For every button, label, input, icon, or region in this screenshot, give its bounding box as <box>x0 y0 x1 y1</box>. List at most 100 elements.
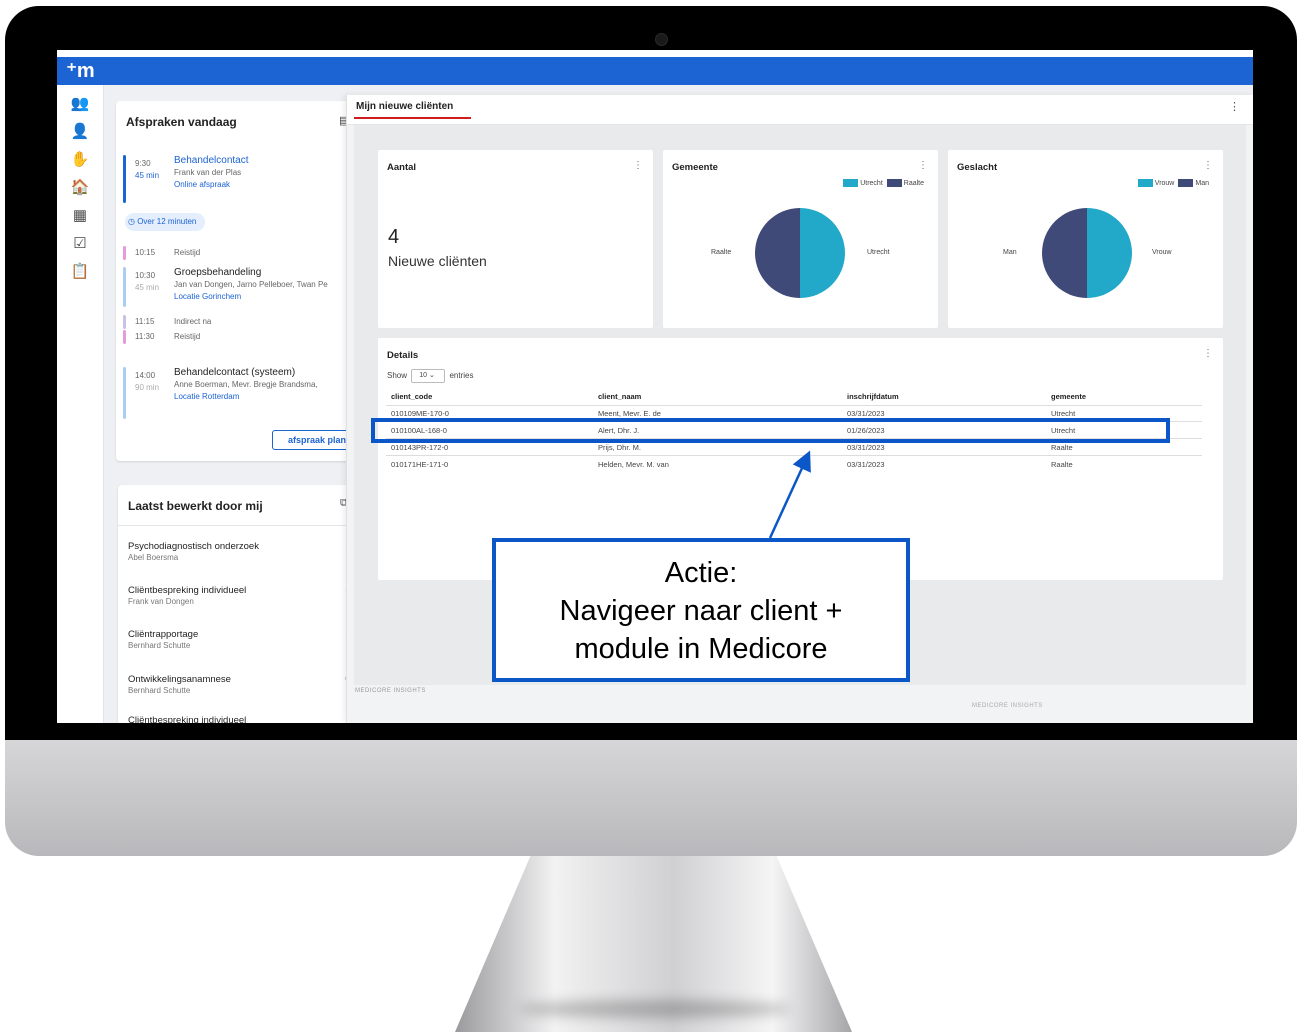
appointment-bar <box>123 155 126 203</box>
entries-control: Show 10 ⌄ entries <box>387 369 474 383</box>
recent-item[interactable]: OntwikkelingsanamneseBernhard Schutte09 <box>128 674 353 695</box>
legend-label: Utrecht <box>860 179 883 187</box>
clipboard-check-icon[interactable]: ☑ <box>70 234 90 254</box>
cell-client-code: 010100AL-168-0 <box>391 426 447 435</box>
camera-dot <box>655 33 668 46</box>
action-callout: Actie: Navigeer naar client + module in … <box>492 538 910 682</box>
column-header[interactable]: inschrijfdatum <box>847 392 899 401</box>
appointment-time: 10:15 <box>135 248 156 257</box>
appointments-title: Afspraken vandaag <box>126 115 237 129</box>
widget-title: Details <box>387 350 419 361</box>
legend-swatch <box>1178 179 1194 187</box>
appointment-title[interactable]: Groepsbehandeling <box>174 267 364 279</box>
chart-legend: Utrecht Raalte <box>839 179 924 187</box>
pie-label: Vrouw <box>1152 249 1172 256</box>
recent-item[interactable]: CliëntrapportageBernhard Schutte13 <box>128 629 353 650</box>
stand-shadow <box>520 1000 790 1018</box>
column-header[interactable]: client_code <box>391 392 432 401</box>
entries-value: 10 <box>419 372 428 379</box>
more-icon[interactable]: ⋮ <box>1203 348 1213 359</box>
row-rule <box>386 455 1202 456</box>
footer-label: MEDICORE INSIGHTS <box>355 688 426 694</box>
recent-item-person: Bernhard Schutte <box>128 686 191 695</box>
recent-item-person: Abel Boersma <box>128 553 179 562</box>
appointment-duration: 90 min <box>135 383 160 392</box>
calendar-icon[interactable]: ▦ <box>70 206 90 226</box>
recent-item-name: Cliëntbespreking individueel <box>128 715 247 723</box>
active-tab-underline <box>354 117 471 119</box>
nav-rail: 👥 👤 ✋ 🏠 ▦ ☑ 📋 <box>57 85 104 723</box>
client-count-label: Nieuwe cliënten <box>388 253 487 269</box>
appointment-location[interactable]: Locatie Rotterdam <box>174 391 364 403</box>
pie-slice-utrecht[interactable] <box>800 208 845 298</box>
cell-client-name: Meent, Mevr. E. de <box>598 409 661 418</box>
client-count: 4 <box>388 226 400 248</box>
cell-gemeente: Raalte <box>1051 460 1073 469</box>
appointment-time: 11:30 <box>135 332 155 341</box>
top-strip <box>57 50 1253 57</box>
more-icon[interactable]: ⋮ <box>633 160 643 171</box>
recent-item-person: Bernhard Schutte <box>128 641 191 650</box>
recent-item[interactable]: Cliëntbespreking individueel Frank van Do… <box>128 585 353 606</box>
cell-client-code: 010171HE-171-0 <box>391 460 449 469</box>
gemeente-widget: Gemeente ⋮ Utrecht Raalte Raalte Utrecht <box>663 150 938 328</box>
appointment-location[interactable]: Locatie Gorinchem <box>174 291 364 303</box>
legend-swatch <box>1137 179 1153 187</box>
appointment-bar <box>123 367 126 419</box>
callout-line: Actie: <box>664 557 738 589</box>
appointment-bar <box>123 330 126 344</box>
home-icon[interactable]: 🏠 <box>70 178 90 198</box>
appointment-time: 10:30 <box>135 271 156 280</box>
clock-icon: ◷ <box>128 217 138 226</box>
more-icon[interactable]: ⋮ <box>918 160 928 171</box>
header-rule <box>386 405 1202 406</box>
appointment-title[interactable]: Behandelcontact <box>174 155 364 167</box>
appointment-title: Indirect na <box>174 317 212 326</box>
clipboard-icon[interactable]: 📋 <box>70 262 90 282</box>
recent-card: Laatst bewerkt door mij ⧉ Psychodiagnost… <box>118 485 358 723</box>
recent-item-person: Frank van Dongen <box>128 597 194 606</box>
more-icon[interactable]: ⋮ <box>1229 100 1240 113</box>
hand-icon[interactable]: ✋ <box>70 150 90 170</box>
appointment-duration: 45 min <box>135 171 160 180</box>
row-rule <box>386 438 1202 439</box>
appointment-time: 14:00 <box>135 371 156 380</box>
recent-item[interactable]: Psychodiagnostisch onderzoek Abel Boersma… <box>128 541 353 562</box>
legend-label: Vrouw <box>1154 179 1175 187</box>
appointment-people: Jan van Dongen, Jarno Pelleboer, Twan Pe <box>174 280 328 289</box>
appointment-title: Reistijd <box>174 248 201 257</box>
users-icon[interactable]: 👥 <box>70 94 90 114</box>
callout-line: module in Medicore <box>574 633 828 665</box>
footer-label: MEDICORE INSIGHTS <box>972 703 1043 709</box>
callout-line: Navigeer naar client + <box>559 595 843 627</box>
cell-date: 03/31/2023 <box>847 409 885 418</box>
appointment-bar <box>123 267 126 307</box>
legend-label: Man <box>1195 179 1209 187</box>
medicore-logo[interactable]: ⁺m <box>57 57 104 85</box>
pie-label: Utrecht <box>867 249 890 256</box>
cell-date: 01/26/2023 <box>847 426 885 435</box>
cell-gemeente: Utrecht <box>1051 409 1076 418</box>
recent-title: Laatst bewerkt door mij <box>128 499 263 513</box>
divider <box>118 525 358 526</box>
cell-client-name: Alert, Dhr. J. <box>598 426 640 435</box>
appointments-card: Afspraken vandaag ▤ 9:30 45 min Behandelc… <box>116 101 362 461</box>
more-icon[interactable]: ⋮ <box>1203 160 1213 171</box>
pie-slice-man[interactable] <box>1042 208 1087 298</box>
appointment-location[interactable]: Online afspraak <box>174 179 364 191</box>
appointment-bar <box>123 315 126 329</box>
pie-slice-vrouw[interactable] <box>1087 208 1132 298</box>
pie-label: Raalte <box>711 249 732 256</box>
panel-header: Mijn nieuwe cliënten ⋮ <box>347 95 1253 125</box>
recent-item[interactable]: Cliëntbespreking individueel <box>128 715 353 723</box>
appointment-title[interactable]: Behandelcontact (systeem) <box>174 367 364 379</box>
column-header[interactable]: gemeente <box>1051 392 1086 401</box>
pie-slice-raalte[interactable] <box>755 208 800 298</box>
cell-client-name: Helden, Mevr. M. van <box>598 460 669 469</box>
column-header[interactable]: client_naam <box>598 392 641 401</box>
recent-item-name: Cliëntrapportage <box>128 629 199 640</box>
appointment-people: Frank van der Plas <box>174 168 242 177</box>
entries-select[interactable]: 10 ⌄ <box>411 369 446 383</box>
add-user-icon[interactable]: 👤 <box>70 122 90 142</box>
geslacht-widget: Geslacht ⋮ Vrouw Man Man Vrouw <box>948 150 1223 328</box>
